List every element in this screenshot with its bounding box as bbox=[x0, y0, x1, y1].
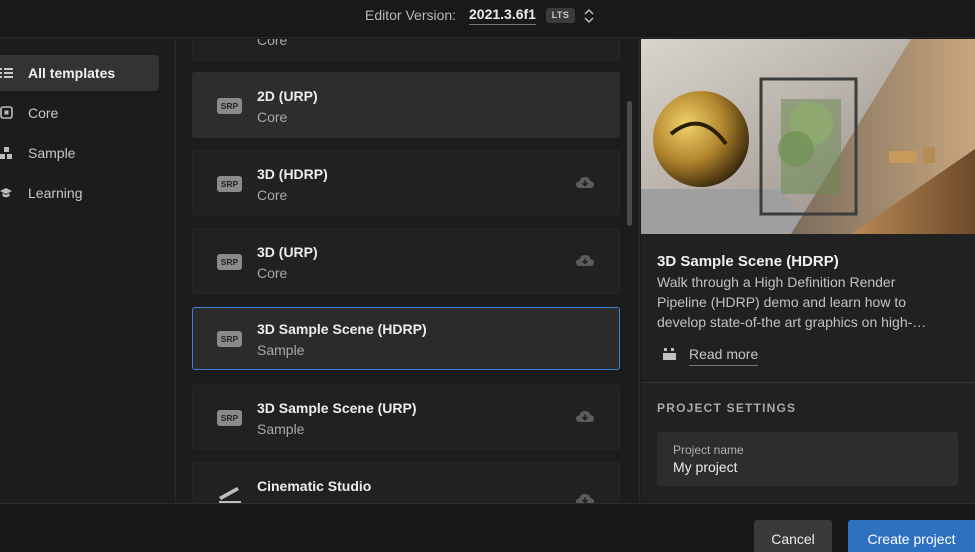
sidebar-item-label: Core bbox=[28, 105, 59, 121]
cancel-button[interactable]: Cancel bbox=[754, 520, 832, 552]
template-title: 2D (URP) bbox=[257, 88, 318, 104]
cloud-download-icon[interactable] bbox=[575, 253, 595, 269]
template-category: Core bbox=[257, 39, 288, 48]
template-card-2d-urp[interactable]: SRP 2D (URP) Core bbox=[192, 72, 620, 138]
template-category: Core bbox=[257, 109, 288, 125]
sidebar-item-all-templates[interactable]: All templates bbox=[0, 55, 159, 91]
srp-badge: SRP bbox=[217, 176, 242, 192]
srp-badge: SRP bbox=[217, 410, 242, 426]
template-description: Walk through a High Definition Render Pi… bbox=[657, 274, 927, 330]
cloud-download-icon[interactable] bbox=[575, 175, 595, 191]
cloud-download-icon[interactable] bbox=[575, 409, 595, 425]
template-title: 3D Sample Scene (URP) bbox=[257, 400, 417, 416]
project-name-field[interactable]: Project name My project bbox=[657, 432, 958, 486]
template-title: 3D Sample Scene (HDRP) bbox=[257, 321, 427, 337]
template-preview-image bbox=[641, 39, 975, 234]
read-more-link[interactable]: Read more bbox=[689, 346, 759, 366]
template-card-cinematic-studio[interactable]: Cinematic Studio bbox=[192, 462, 620, 503]
template-card-3d-hdrp[interactable]: SRP 3D (HDRP) Core bbox=[192, 150, 620, 216]
lts-badge: LTS bbox=[546, 8, 575, 23]
sidebar-item-label: Learning bbox=[28, 185, 83, 201]
project-name-label: Project name bbox=[673, 443, 744, 457]
srp-badge: SRP bbox=[217, 254, 242, 270]
template-detail-title: 3D Sample Scene (HDRP) bbox=[657, 253, 839, 270]
srp-badge: SRP bbox=[217, 98, 242, 114]
top-bar: Editor Version: 2021.3.6f1 LTS bbox=[0, 0, 975, 38]
sample-icon bbox=[0, 147, 12, 159]
template-category: Core bbox=[257, 265, 288, 281]
cloud-download-icon[interactable] bbox=[575, 492, 595, 503]
editor-version-select[interactable]: 2021.3.6f1 bbox=[469, 6, 536, 25]
editor-version-label: Editor Version: bbox=[365, 7, 457, 23]
sidebar-item-learning[interactable]: Learning bbox=[0, 175, 159, 211]
sidebar-item-sample[interactable]: Sample bbox=[0, 135, 159, 171]
chevron-up-down-icon[interactable] bbox=[583, 7, 595, 25]
read-more-icon bbox=[663, 348, 676, 360]
template-title: 3D (URP) bbox=[257, 244, 318, 260]
project-name-input[interactable]: My project bbox=[673, 459, 738, 475]
sidebar-item-core[interactable]: Core bbox=[0, 95, 159, 131]
template-category: Core bbox=[257, 187, 288, 203]
list-icon bbox=[0, 68, 13, 78]
divider bbox=[641, 382, 975, 383]
cinematic-icon bbox=[219, 487, 241, 503]
footer-bar: Cancel Create project bbox=[0, 503, 975, 552]
category-sidebar: All templates Core Sample Learning bbox=[0, 39, 176, 503]
template-detail-panel: 3D Sample Scene (HDRP) Walk through a Hi… bbox=[641, 39, 975, 503]
graduation-cap-icon bbox=[0, 188, 12, 198]
template-category: Sample bbox=[257, 421, 305, 437]
create-project-button[interactable]: Create project bbox=[848, 520, 975, 552]
template-card-3d-sample-urp[interactable]: SRP 3D Sample Scene (URP) Sample bbox=[192, 384, 620, 450]
template-card[interactable]: Core bbox=[192, 39, 620, 61]
sidebar-item-label: All templates bbox=[28, 65, 116, 81]
template-title: 3D (HDRP) bbox=[257, 166, 328, 182]
template-list: Core SRP 2D (URP) Core SRP 3D (HDRP) Cor… bbox=[177, 39, 640, 503]
list-scrollbar[interactable] bbox=[627, 101, 632, 226]
template-card-3d-urp[interactable]: SRP 3D (URP) Core bbox=[192, 228, 620, 294]
template-category: Sample bbox=[257, 342, 305, 358]
sidebar-item-label: Sample bbox=[28, 145, 76, 161]
template-title: Cinematic Studio bbox=[257, 478, 372, 494]
project-settings-heading: PROJECT SETTINGS bbox=[657, 401, 797, 415]
template-card-3d-sample-hdrp[interactable]: SRP 3D Sample Scene (HDRP) Sample bbox=[192, 307, 620, 370]
core-icon bbox=[0, 106, 13, 119]
srp-badge: SRP bbox=[217, 331, 242, 347]
